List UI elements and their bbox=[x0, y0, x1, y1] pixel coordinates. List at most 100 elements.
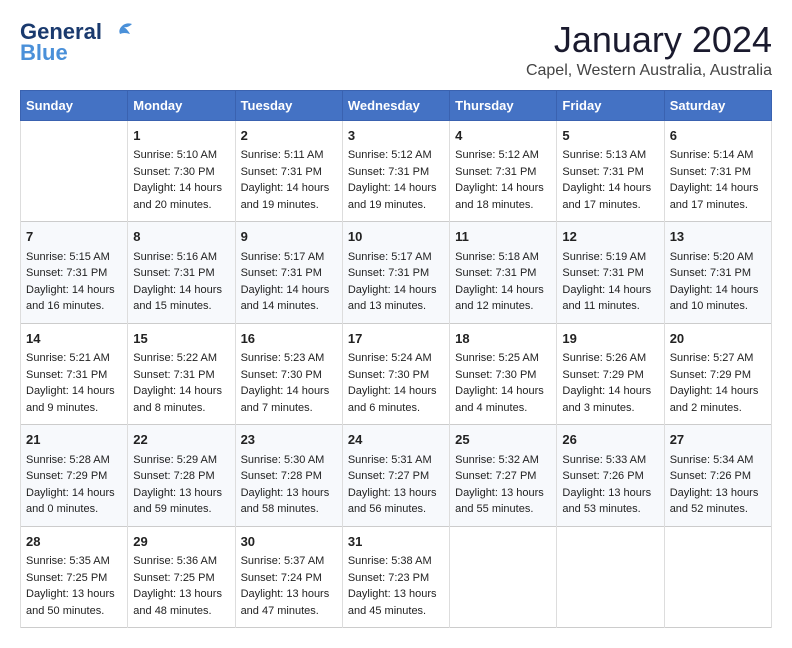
cell-text: and 2 minutes. bbox=[670, 400, 766, 417]
cell-text: Sunrise: 5:12 AM bbox=[455, 147, 551, 164]
day-number: 4 bbox=[455, 126, 551, 146]
cell-text: Daylight: 13 hours bbox=[348, 485, 444, 502]
cell-text: Sunset: 7:30 PM bbox=[241, 367, 337, 384]
cell-text: and 47 minutes. bbox=[241, 603, 337, 620]
day-number: 26 bbox=[562, 430, 658, 450]
day-number: 13 bbox=[670, 227, 766, 247]
cell-text: Daylight: 14 hours bbox=[455, 383, 551, 400]
week-row-1: 1Sunrise: 5:10 AMSunset: 7:30 PMDaylight… bbox=[21, 120, 772, 222]
calendar-cell: 23Sunrise: 5:30 AMSunset: 7:28 PMDayligh… bbox=[235, 425, 342, 527]
cell-text: Sunrise: 5:17 AM bbox=[241, 249, 337, 266]
cell-text: Daylight: 14 hours bbox=[348, 180, 444, 197]
cell-text: Sunrise: 5:18 AM bbox=[455, 249, 551, 266]
cell-text: Daylight: 14 hours bbox=[562, 282, 658, 299]
day-number: 31 bbox=[348, 532, 444, 552]
cell-text: and 17 minutes. bbox=[670, 197, 766, 214]
calendar-cell: 27Sunrise: 5:34 AMSunset: 7:26 PMDayligh… bbox=[664, 425, 771, 527]
calendar-cell: 26Sunrise: 5:33 AMSunset: 7:26 PMDayligh… bbox=[557, 425, 664, 527]
cell-text: Sunrise: 5:24 AM bbox=[348, 350, 444, 367]
cell-text: Sunset: 7:31 PM bbox=[241, 164, 337, 181]
month-title: January 2024 bbox=[526, 20, 772, 60]
calendar-cell: 8Sunrise: 5:16 AMSunset: 7:31 PMDaylight… bbox=[128, 222, 235, 324]
week-row-4: 21Sunrise: 5:28 AMSunset: 7:29 PMDayligh… bbox=[21, 425, 772, 527]
day-number: 29 bbox=[133, 532, 229, 552]
cell-text: Sunrise: 5:12 AM bbox=[348, 147, 444, 164]
cell-text: Sunrise: 5:16 AM bbox=[133, 249, 229, 266]
cell-text: Sunset: 7:31 PM bbox=[133, 367, 229, 384]
calendar-cell: 16Sunrise: 5:23 AMSunset: 7:30 PMDayligh… bbox=[235, 323, 342, 425]
day-number: 22 bbox=[133, 430, 229, 450]
cell-text: Sunrise: 5:35 AM bbox=[26, 553, 122, 570]
calendar-cell: 9Sunrise: 5:17 AMSunset: 7:31 PMDaylight… bbox=[235, 222, 342, 324]
cell-text: Daylight: 13 hours bbox=[562, 485, 658, 502]
cell-text: Daylight: 13 hours bbox=[133, 586, 229, 603]
day-number: 16 bbox=[241, 329, 337, 349]
cell-text: Sunset: 7:31 PM bbox=[241, 265, 337, 282]
day-number: 20 bbox=[670, 329, 766, 349]
header-day-sunday: Sunday bbox=[21, 90, 128, 120]
cell-text: Sunrise: 5:37 AM bbox=[241, 553, 337, 570]
header-day-wednesday: Wednesday bbox=[342, 90, 449, 120]
cell-text: Daylight: 14 hours bbox=[670, 180, 766, 197]
cell-text: Sunset: 7:30 PM bbox=[348, 367, 444, 384]
cell-text: Daylight: 14 hours bbox=[133, 282, 229, 299]
day-number: 11 bbox=[455, 227, 551, 247]
cell-text: Daylight: 13 hours bbox=[241, 586, 337, 603]
cell-text: and 3 minutes. bbox=[562, 400, 658, 417]
day-number: 15 bbox=[133, 329, 229, 349]
calendar-cell: 14Sunrise: 5:21 AMSunset: 7:31 PMDayligh… bbox=[21, 323, 128, 425]
cell-text: Sunrise: 5:10 AM bbox=[133, 147, 229, 164]
week-row-2: 7Sunrise: 5:15 AMSunset: 7:31 PMDaylight… bbox=[21, 222, 772, 324]
calendar-cell: 22Sunrise: 5:29 AMSunset: 7:28 PMDayligh… bbox=[128, 425, 235, 527]
header-day-tuesday: Tuesday bbox=[235, 90, 342, 120]
calendar-cell: 21Sunrise: 5:28 AMSunset: 7:29 PMDayligh… bbox=[21, 425, 128, 527]
calendar-cell bbox=[557, 526, 664, 628]
cell-text: Sunset: 7:26 PM bbox=[562, 468, 658, 485]
cell-text: Sunrise: 5:21 AM bbox=[26, 350, 122, 367]
cell-text: and 0 minutes. bbox=[26, 501, 122, 518]
cell-text: Sunrise: 5:31 AM bbox=[348, 452, 444, 469]
cell-text: and 16 minutes. bbox=[26, 298, 122, 315]
calendar-cell: 29Sunrise: 5:36 AMSunset: 7:25 PMDayligh… bbox=[128, 526, 235, 628]
cell-text: Sunset: 7:31 PM bbox=[670, 164, 766, 181]
day-number: 3 bbox=[348, 126, 444, 146]
cell-text: Daylight: 14 hours bbox=[26, 282, 122, 299]
day-number: 18 bbox=[455, 329, 551, 349]
calendar-cell: 24Sunrise: 5:31 AMSunset: 7:27 PMDayligh… bbox=[342, 425, 449, 527]
cell-text: Daylight: 14 hours bbox=[348, 282, 444, 299]
calendar-cell: 11Sunrise: 5:18 AMSunset: 7:31 PMDayligh… bbox=[450, 222, 557, 324]
calendar-cell: 28Sunrise: 5:35 AMSunset: 7:25 PMDayligh… bbox=[21, 526, 128, 628]
cell-text: Daylight: 13 hours bbox=[348, 586, 444, 603]
cell-text: Sunset: 7:31 PM bbox=[670, 265, 766, 282]
header-day-saturday: Saturday bbox=[664, 90, 771, 120]
calendar-table: SundayMondayTuesdayWednesdayThursdayFrid… bbox=[20, 90, 772, 629]
cell-text: Sunrise: 5:19 AM bbox=[562, 249, 658, 266]
calendar-cell: 31Sunrise: 5:38 AMSunset: 7:23 PMDayligh… bbox=[342, 526, 449, 628]
calendar-cell: 10Sunrise: 5:17 AMSunset: 7:31 PMDayligh… bbox=[342, 222, 449, 324]
cell-text: and 53 minutes. bbox=[562, 501, 658, 518]
cell-text: Daylight: 13 hours bbox=[26, 586, 122, 603]
cell-text: Daylight: 14 hours bbox=[670, 282, 766, 299]
cell-text: Sunrise: 5:27 AM bbox=[670, 350, 766, 367]
cell-text: Sunrise: 5:14 AM bbox=[670, 147, 766, 164]
day-number: 25 bbox=[455, 430, 551, 450]
cell-text: Daylight: 14 hours bbox=[455, 282, 551, 299]
cell-text: Sunrise: 5:34 AM bbox=[670, 452, 766, 469]
week-row-5: 28Sunrise: 5:35 AMSunset: 7:25 PMDayligh… bbox=[21, 526, 772, 628]
logo-bird-icon bbox=[104, 22, 134, 44]
page-header: General Blue January 2024 Capel, Western… bbox=[20, 20, 772, 80]
cell-text: Daylight: 14 hours bbox=[562, 180, 658, 197]
cell-text: Sunrise: 5:26 AM bbox=[562, 350, 658, 367]
header-day-monday: Monday bbox=[128, 90, 235, 120]
cell-text: Sunrise: 5:32 AM bbox=[455, 452, 551, 469]
cell-text: Sunset: 7:23 PM bbox=[348, 570, 444, 587]
cell-text: Sunset: 7:27 PM bbox=[455, 468, 551, 485]
cell-text: and 45 minutes. bbox=[348, 603, 444, 620]
cell-text: and 11 minutes. bbox=[562, 298, 658, 315]
cell-text: Sunrise: 5:22 AM bbox=[133, 350, 229, 367]
cell-text: Sunset: 7:27 PM bbox=[348, 468, 444, 485]
cell-text: and 50 minutes. bbox=[26, 603, 122, 620]
day-number: 28 bbox=[26, 532, 122, 552]
cell-text: Sunset: 7:31 PM bbox=[455, 164, 551, 181]
cell-text: Sunrise: 5:13 AM bbox=[562, 147, 658, 164]
